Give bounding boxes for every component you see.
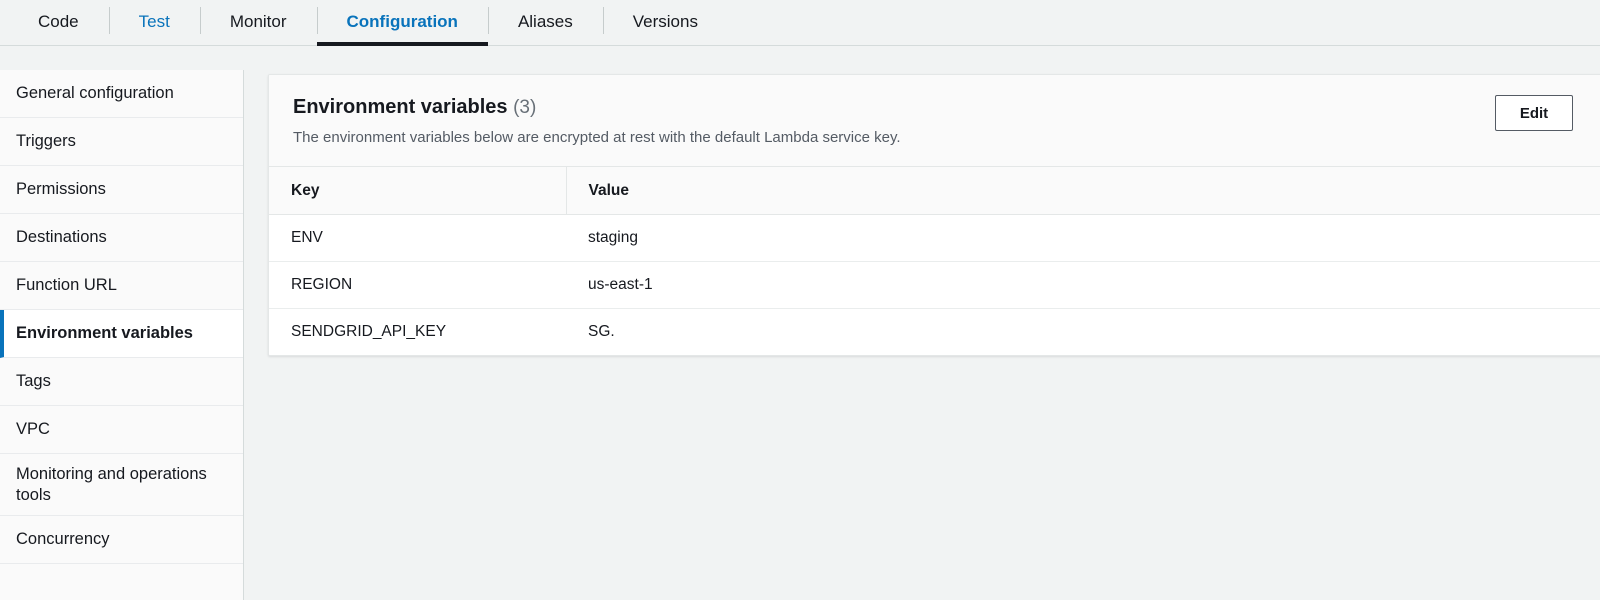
page-title: Environment variables (3) — [293, 95, 1600, 120]
sidebar-item-label: General configuration — [16, 84, 174, 103]
sidebar-item-destinations[interactable]: Destinations — [0, 214, 243, 262]
cell-key: ENV — [269, 214, 566, 263]
environment-variables-panel: Environment variables (3) The environmen… — [268, 74, 1600, 357]
panel-title-count: (3) — [513, 97, 537, 118]
column-header-value: Value — [565, 166, 1600, 216]
sidebar-item-label: Triggers — [16, 132, 76, 151]
environment-variables-table: Key Value ENV staging REGION us-east-1 SENDG… — [269, 166, 1600, 356]
cell-key: REGION — [269, 261, 566, 310]
tab-versions[interactable]: Versions — [602, 0, 728, 45]
tab-label: Configuration — [346, 12, 458, 31]
tab-monitor[interactable]: Monitor — [199, 0, 317, 45]
sidebar-item-label: Environment variables — [16, 324, 193, 343]
sidebar-item-label: Concurrency — [16, 530, 110, 549]
column-header-key: Key — [269, 166, 566, 216]
cell-value: staging — [566, 214, 1600, 263]
sidebar-item-permissions[interactable]: Permissions — [0, 166, 243, 214]
tab-label: Aliases — [517, 12, 573, 31]
panel-header: Environment variables (3) The environmen… — [269, 75, 1600, 167]
panel-title-text: Environment variables — [293, 96, 508, 118]
sidebar-item-general-configuration[interactable]: General configuration — [0, 70, 243, 118]
sidebar-item-label: Function URL — [16, 276, 117, 295]
tab-configuration[interactable]: Configuration — [316, 0, 489, 46]
sidebar-item-concurrency[interactable]: Concurrency — [0, 516, 243, 565]
sidebar-item-monitoring-and-operations-tools[interactable]: Monitoring and operations tools — [0, 454, 243, 517]
tab-label: Code — [38, 12, 79, 31]
table-row: SENDGRID_API_KEY SG. — [269, 308, 1600, 356]
tab-aliases[interactable]: Aliases — [487, 0, 603, 45]
table-row: REGION us-east-1 — [269, 261, 1600, 310]
panel-description: The environment variables below are encr… — [293, 128, 901, 146]
sidebar-item-label: VPC — [16, 420, 50, 439]
edit-button[interactable]: Edit — [1495, 95, 1573, 131]
tab-label: Versions — [632, 12, 698, 31]
sidebar-item-tags[interactable]: Tags — [0, 358, 243, 406]
cell-value: SG. — [566, 308, 1600, 356]
sidebar-item-label: Destinations — [16, 228, 107, 247]
sidebar-item-label: Monitoring and operations tools — [16, 465, 207, 504]
table-body: ENV staging REGION us-east-1 SENDGRID_API_KE… — [269, 214, 1600, 356]
table-header-row: Key Value — [269, 166, 1600, 216]
sidebar-item-vpc[interactable]: VPC — [0, 406, 243, 454]
tab-bar: Code Test Monitor Configuration Aliases Versi… — [0, 0, 1600, 46]
tab-test[interactable]: Test — [108, 0, 200, 45]
cell-key: SENDGRID_API_KEY — [269, 308, 566, 356]
tab-label: Monitor — [229, 12, 287, 31]
sidebar-item-label: Tags — [16, 372, 51, 391]
sidebar-item-function-url[interactable]: Function URL — [0, 262, 243, 310]
cell-value: us-east-1 — [566, 261, 1600, 310]
sidebar-item-environment-variables[interactable]: Environment variables — [0, 310, 243, 358]
tab-code[interactable]: Code — [8, 0, 109, 45]
table-head: Key Value — [269, 166, 1600, 216]
sidebar-item-triggers[interactable]: Triggers — [0, 118, 243, 166]
tab-label: Test — [138, 12, 170, 31]
sidebar-item-label: Permissions — [16, 180, 106, 199]
configuration-sidebar: General configuration Triggers Permissions… — [0, 70, 244, 600]
lambda-configuration-page: Code Test Monitor Configuration Aliases Versi… — [0, 0, 1600, 600]
table-row: ENV staging — [269, 214, 1600, 263]
